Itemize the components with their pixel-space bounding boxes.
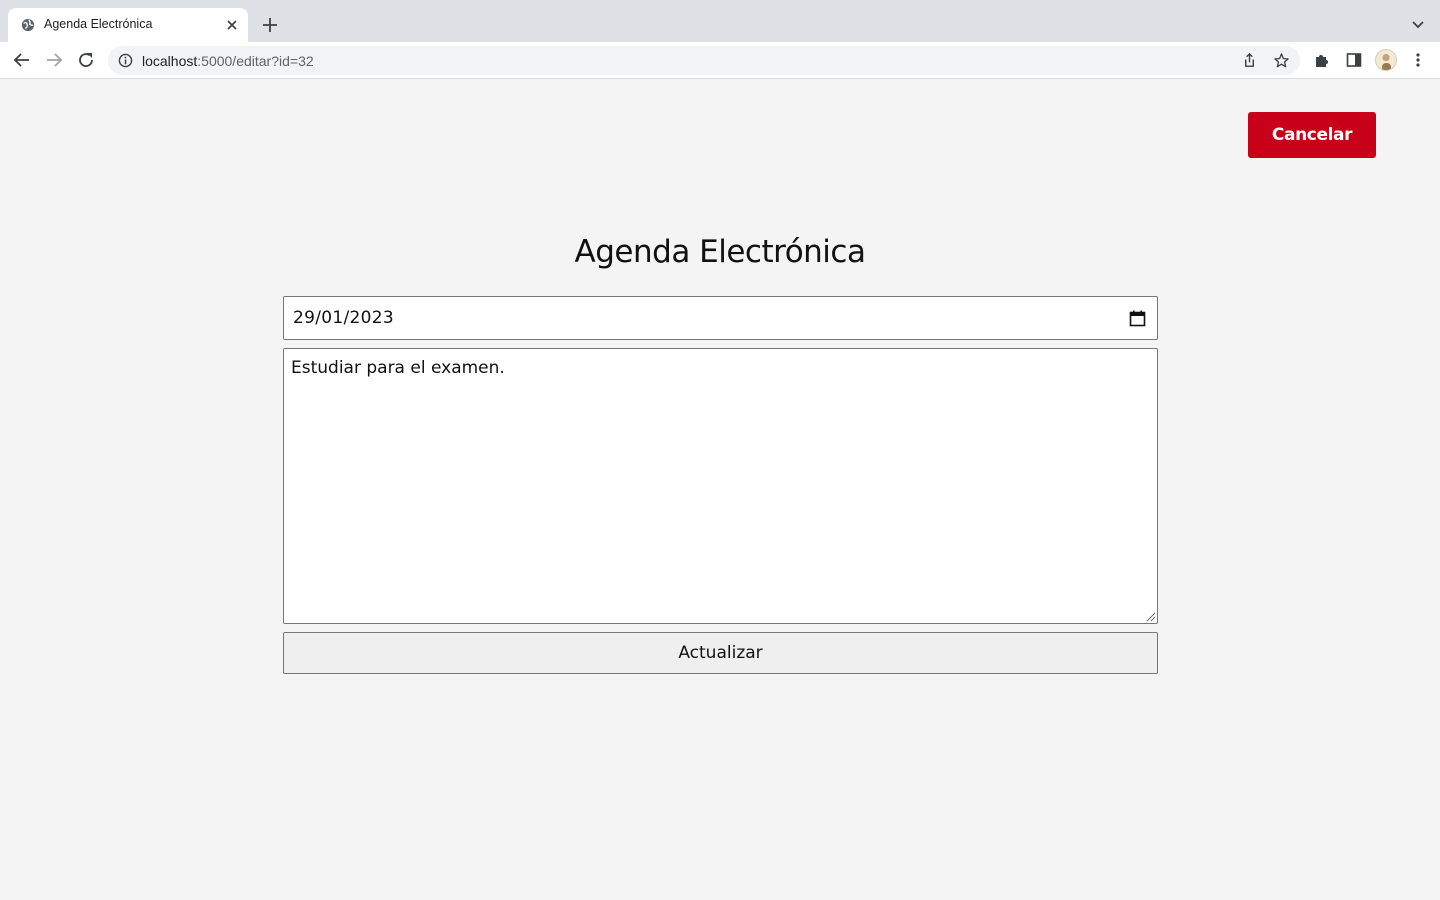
tab-title: Agenda Electrónica xyxy=(44,17,153,31)
browser-toolbar: localhost:5000/editar?id=32 xyxy=(0,42,1440,79)
profile-avatar[interactable] xyxy=(1375,49,1397,71)
page-title: Agenda Electrónica xyxy=(574,234,866,270)
address-bar[interactable]: localhost:5000/editar?id=32 xyxy=(108,46,1300,75)
url-host: localhost xyxy=(142,53,198,69)
star-icon[interactable] xyxy=(1273,52,1290,69)
url-text[interactable]: localhost:5000/editar?id=32 xyxy=(142,53,314,69)
new-tab-icon[interactable] xyxy=(260,15,280,35)
side-panel-icon[interactable] xyxy=(1345,51,1363,69)
share-icon[interactable] xyxy=(1241,52,1258,69)
extensions-icon[interactable] xyxy=(1313,51,1331,69)
menu-icon[interactable] xyxy=(1409,51,1427,69)
globe-icon xyxy=(21,18,35,32)
resize-handle-icon[interactable] xyxy=(1146,612,1156,622)
browser-tab[interactable]: Agenda Electrónica xyxy=(8,8,248,42)
cancel-button[interactable]: Cancelar xyxy=(1248,112,1376,158)
date-value: 29/01/2023 xyxy=(293,308,394,328)
update-button[interactable]: Actualizar xyxy=(283,632,1158,674)
back-icon[interactable] xyxy=(12,50,32,70)
note-text: Estudiar para el examen. xyxy=(291,358,505,378)
forward-icon[interactable] xyxy=(44,50,64,70)
chevron-down-icon[interactable] xyxy=(1408,15,1428,35)
tab-strip: Agenda Electrónica xyxy=(0,0,1440,42)
calendar-icon[interactable] xyxy=(1129,310,1146,327)
note-textarea[interactable]: Estudiar para el examen. xyxy=(283,348,1158,624)
reload-icon[interactable] xyxy=(76,50,96,70)
url-path: :5000/editar?id=32 xyxy=(197,53,314,69)
date-input[interactable]: 29/01/2023 xyxy=(283,296,1158,340)
info-icon[interactable] xyxy=(118,53,133,68)
page-content: Cancelar Agenda Electrónica 29/01/2023 E… xyxy=(0,79,1440,900)
close-icon[interactable] xyxy=(224,17,240,33)
